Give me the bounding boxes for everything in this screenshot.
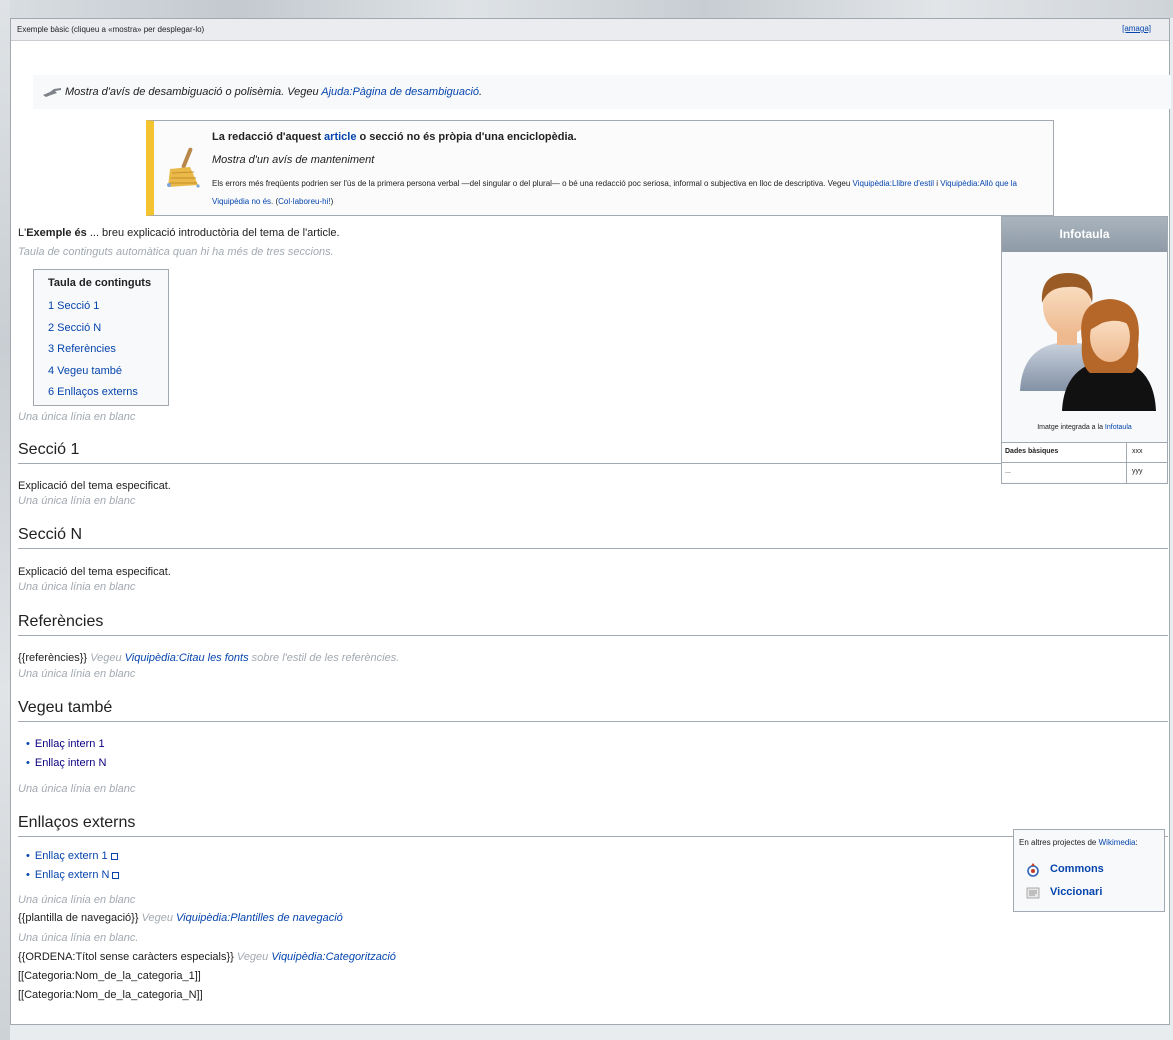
- table-of-contents: Taula de continguts 1 Secció 1 2 Secció …: [33, 269, 169, 406]
- hide-toggle-link[interactable]: [amaga]: [1122, 24, 1151, 33]
- navbox-templates-link[interactable]: Viquipèdia:Plantilles de navegació: [176, 912, 343, 924]
- list-item: Enllaç intern 1: [35, 738, 105, 750]
- blank-line-note: Una única línia en blanc: [18, 581, 136, 593]
- section-heading: Secció 1: [18, 441, 1168, 464]
- window-background-left: [0, 0, 10, 1040]
- order-template-line: {{ORDENA:Títol sense caràcters especials…: [18, 951, 396, 963]
- toc-title: Taula de continguts: [48, 277, 152, 289]
- external-link[interactable]: Enllaç extern N: [35, 869, 110, 881]
- collapsible-title: Exemple bàsic (cliqueu a «mostra» per de…: [17, 25, 205, 34]
- infobox-value: yyy: [1132, 468, 1143, 475]
- cite-sources-link[interactable]: Viquipèdia:Citau les fonts: [125, 652, 249, 664]
- notice-subtitle: Mostra d'un avís de manteniment: [212, 154, 375, 166]
- commons-icon: [1027, 863, 1039, 877]
- toc-item[interactable]: 4 Vegeu també: [48, 365, 122, 377]
- list-item: Enllaç extern N: [35, 869, 120, 881]
- infobox-caption: Imatge integrada a la Infotaula: [1037, 424, 1132, 431]
- external-link[interactable]: Enllaç extern 1: [35, 850, 108, 862]
- section-heading: Vegeu també: [18, 699, 1168, 722]
- section-heading: Referències: [18, 613, 1168, 636]
- wiktionary-link[interactable]: Viccionari: [1050, 886, 1102, 898]
- blank-line-note: Una única línia en blanc: [18, 495, 136, 507]
- sister-projects-box: En altres projectes de Wikimedia: Common…: [1013, 829, 1165, 912]
- section-text: Explicació del tema especificat.: [18, 566, 171, 578]
- references-template-line: {{referències}} Vegeu Viquipèdia:Citau l…: [18, 652, 400, 664]
- intro-paragraph: L'Exemple és ... breu explicació introdu…: [18, 227, 340, 239]
- notice-title: La redacció d'aquest article o secció no…: [212, 131, 577, 143]
- hatnote-link[interactable]: Ajuda:Pàgina de desambiguació: [321, 86, 479, 98]
- toc-item[interactable]: 6 Enllaços externs: [48, 386, 138, 398]
- commons-link[interactable]: Commons: [1050, 863, 1104, 875]
- blank-line-note: Una única línia en blanc.: [18, 932, 139, 944]
- internal-link[interactable]: Enllaç intern 1: [35, 738, 105, 750]
- navbox-template-line: {{plantilla de navegació}} Vegeu Viquipè…: [18, 912, 343, 924]
- hatnote-text: Mostra d'avís de desambiguació o polisèm…: [65, 86, 322, 98]
- infobox-link[interactable]: Infotaula: [1105, 424, 1132, 431]
- section-heading: Enllaços externs: [18, 814, 1168, 837]
- wiktionary-icon: [1026, 887, 1040, 899]
- section-heading: Secció N: [18, 526, 1168, 549]
- external-link-icon: [110, 852, 118, 860]
- collapsible-example-box: Exemple bàsic (cliqueu a «mostra» per de…: [10, 18, 1171, 1025]
- disambiguation-hatnote: Mostra d'avís de desambiguació o polisèm…: [33, 75, 1171, 109]
- pointing-hand-icon: [43, 88, 61, 97]
- infobox-key: ...: [1005, 468, 1011, 475]
- blank-line-note: Una única línia en blanc: [18, 783, 136, 795]
- style-guide-link[interactable]: Viquipèdia:Llibre d'estil: [853, 179, 934, 188]
- collapsible-header: Exemple bàsic (cliqueu a «mostra» per de…: [11, 19, 1169, 41]
- infobox-row: ... yyy: [1002, 462, 1167, 483]
- toc-item[interactable]: 2 Secció N: [48, 322, 101, 334]
- toc-item[interactable]: 3 Referències: [48, 343, 116, 355]
- sister-projects-title: En altres projectes de Wikimedia:: [1019, 838, 1138, 847]
- infobox-title: Infotaula: [1002, 217, 1167, 252]
- blank-line-note: Una única línia en blanc: [18, 411, 136, 423]
- collaborate-link[interactable]: Col·laboreu-hi!: [278, 197, 330, 206]
- list-item: Enllaç intern N: [35, 757, 107, 769]
- internal-link[interactable]: Enllaç intern N: [35, 757, 107, 769]
- maintenance-notice: La redacció d'aquest article o secció no…: [146, 120, 1054, 216]
- broom-icon: [167, 147, 200, 188]
- section-text: Explicació del tema especificat.: [18, 480, 171, 492]
- infobox-key: Dades bàsiques: [1005, 448, 1059, 455]
- infobox-value: xxx: [1132, 448, 1143, 455]
- blank-line-note: Una única línia en blanc: [18, 894, 136, 906]
- category-line: [[Categoria:Nom_de_la_categoria_N]]: [18, 989, 203, 1001]
- category-line: [[Categoria:Nom_de_la_categoria_1]]: [18, 970, 201, 982]
- notice-description: Els errors més freqüents podrien ser l'ú…: [212, 179, 1018, 206]
- window-background-top: [0, 0, 1173, 18]
- infobox: Infotaula Imatge integrada a la Infotaul…: [1001, 216, 1168, 484]
- infobox-row: Dades bàsiques xxx: [1002, 442, 1167, 463]
- toc-note: Taula de continguts automàtica quan hi h…: [18, 246, 334, 258]
- external-link-icon: [112, 871, 120, 879]
- list-item: Enllaç extern 1: [35, 850, 118, 862]
- notice-article-link[interactable]: article: [324, 131, 356, 143]
- blank-line-note: Una única línia en blanc: [18, 668, 136, 680]
- people-avatar-icon: [1020, 273, 1156, 411]
- wikimedia-link[interactable]: Wikimedia: [1099, 838, 1136, 847]
- toc-item[interactable]: 1 Secció 1: [48, 300, 99, 312]
- categorization-link[interactable]: Viquipèdia:Categorització: [271, 951, 396, 963]
